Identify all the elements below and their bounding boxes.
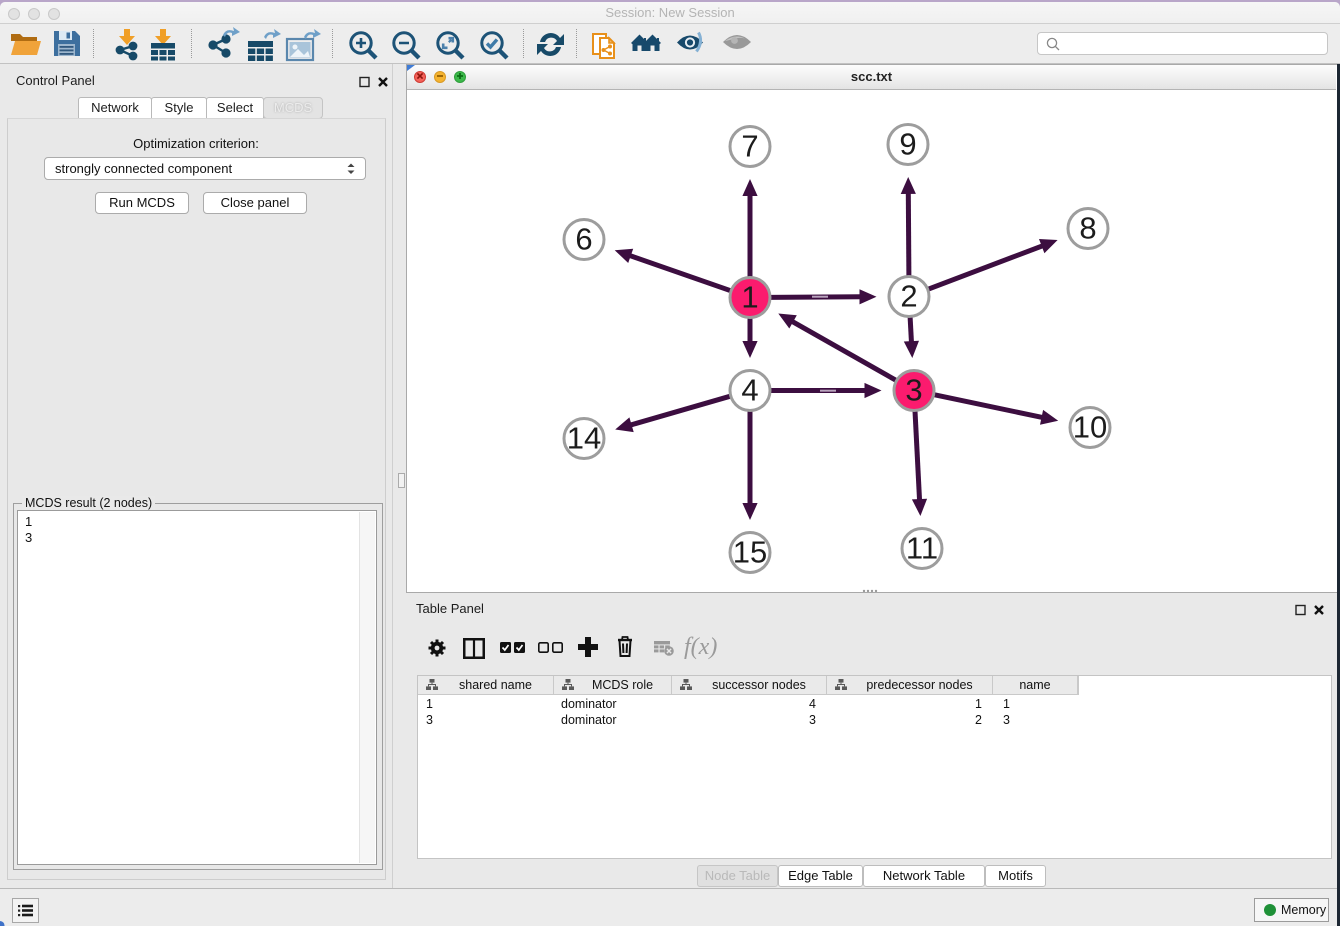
svg-text:2: 2 — [900, 279, 917, 314]
svg-text:9: 9 — [899, 127, 916, 162]
svg-text:7: 7 — [741, 129, 758, 164]
svg-text:8: 8 — [1079, 211, 1096, 246]
svg-text:f(x): f(x) — [684, 634, 717, 660]
svg-text:4: 4 — [741, 373, 758, 408]
svg-text:15: 15 — [733, 535, 767, 570]
svg-text:11: 11 — [906, 531, 938, 566]
svg-text:6: 6 — [575, 222, 592, 257]
svg-text:10: 10 — [1073, 410, 1107, 445]
svg-text:3: 3 — [905, 373, 922, 408]
svg-text:1: 1 — [741, 280, 758, 315]
svg-text:14: 14 — [567, 421, 601, 456]
